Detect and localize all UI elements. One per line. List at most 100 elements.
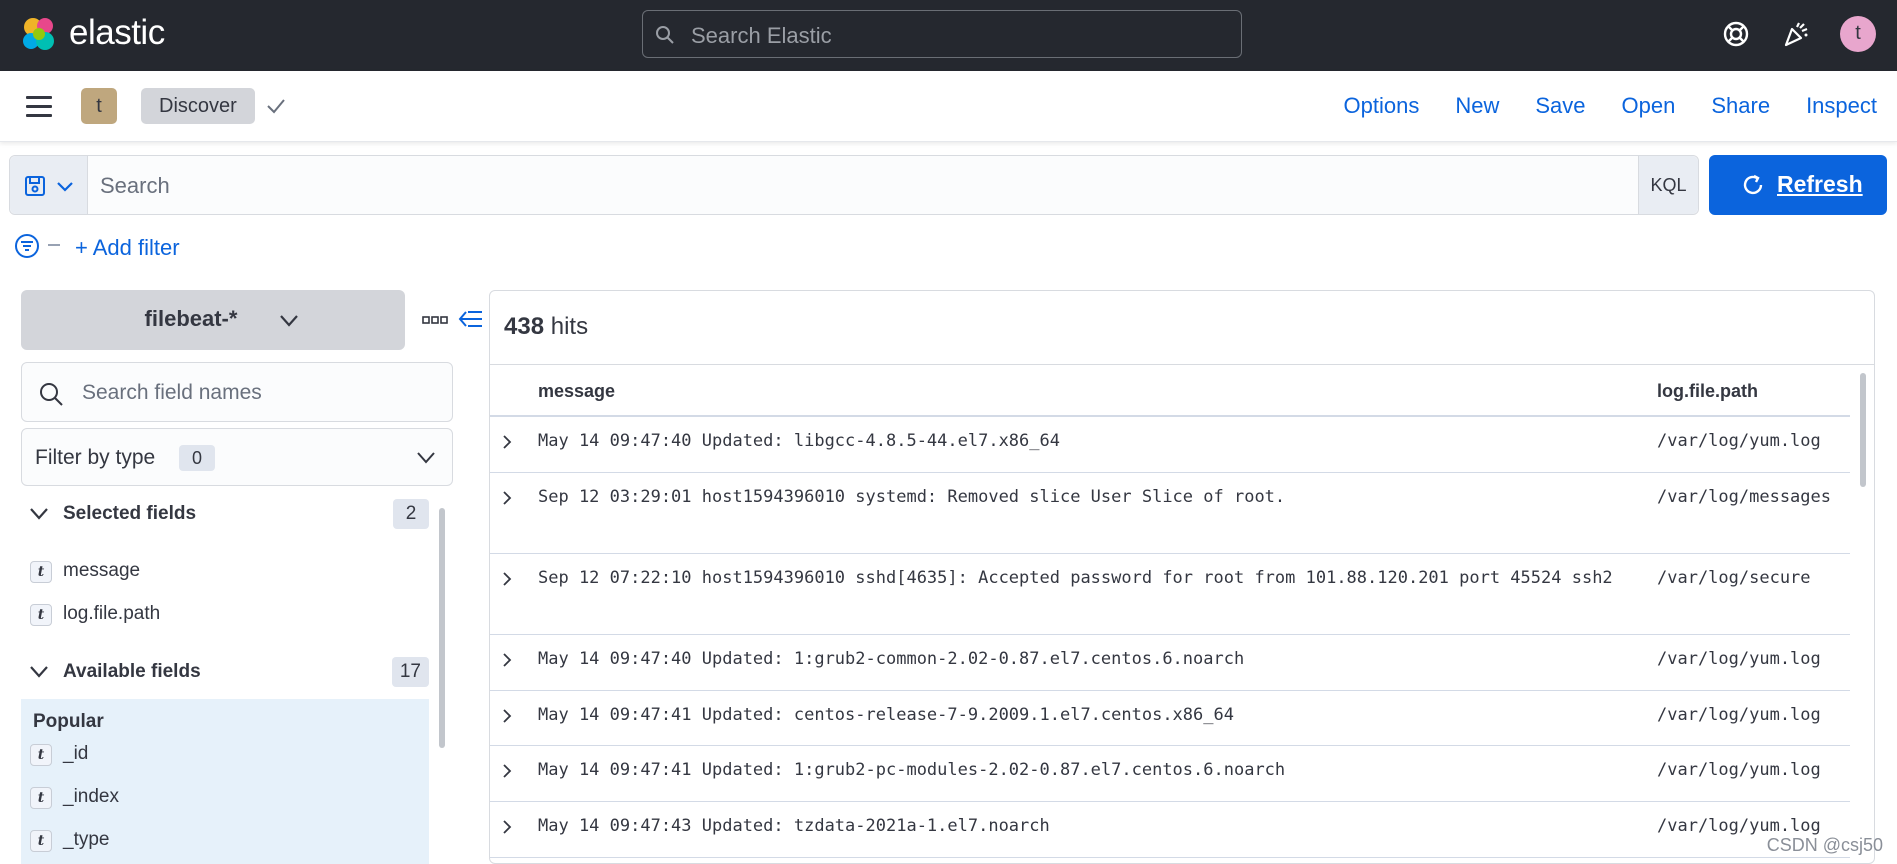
field-name: _index [63, 786, 119, 807]
expand-row-icon[interactable] [500, 820, 514, 834]
cell-message: Sep 12 03:29:01 host1594396010 systemd: … [538, 487, 1286, 507]
cell-log-file-path: /var/log/yum.log [1657, 705, 1821, 725]
table-row: Sep 12 03:29:01 host1594396010 systemd: … [490, 473, 1850, 554]
cell-log-file-path: /var/log/yum.log [1657, 649, 1821, 669]
column-header-message[interactable]: message [538, 381, 615, 402]
global-search-placeholder: Search Elastic [691, 23, 832, 48]
user-avatar[interactable]: t [1840, 16, 1876, 52]
field-name: message [63, 560, 141, 581]
hits-label: hits [550, 313, 589, 340]
elastic-logo-icon[interactable] [20, 15, 58, 53]
selected-fields-count: 2 [393, 499, 429, 529]
cell-message: May 14 09:47:40 Updated: libgcc-4.8.5-44… [538, 431, 1060, 451]
menu-icon[interactable] [26, 96, 52, 118]
check-icon [267, 99, 285, 114]
chevron-down-icon [30, 666, 48, 678]
cell-message: May 14 09:47:41 Updated: centos-release-… [538, 705, 1234, 725]
expand-row-icon[interactable] [500, 709, 514, 723]
chevron-down-icon [57, 182, 73, 192]
query-bar: Search KQL [9, 155, 1699, 215]
watermark-text: CSDN @csj50 [1766, 835, 1883, 855]
expand-row-icon[interactable] [500, 764, 514, 778]
field-name: _id [63, 743, 89, 764]
help-icon[interactable] [1720, 18, 1752, 50]
global-header: elastic Search Elastic t [0, 0, 1897, 71]
table-row: May 14 09:47:41 Updated: centos-release-… [490, 691, 1850, 746]
available-fields-label: Available fields [63, 661, 201, 682]
available-fields-toggle[interactable]: Available fields 17 [21, 655, 429, 691]
column-header-log-file-path[interactable]: log.file.path [1657, 381, 1758, 402]
table-row: May 14 09:47:41 Updated: 1:grub2-pc-modu… [490, 746, 1850, 802]
field-search-input[interactable]: Search field names [21, 362, 453, 422]
chevron-down-icon [417, 452, 435, 464]
expand-row-icon[interactable] [500, 491, 514, 505]
table-row: May 14 09:47:40 Updated: 1:grub2-common-… [490, 635, 1850, 691]
save-icon [25, 176, 45, 196]
expand-row-icon[interactable] [500, 653, 514, 667]
filter-options-icon[interactable] [14, 233, 40, 259]
more-options-icon[interactable] [422, 316, 448, 324]
query-input[interactable]: Search [100, 173, 170, 199]
global-search-input[interactable]: Search Elastic [642, 10, 1242, 58]
field-search-placeholder: Search field names [82, 381, 262, 404]
cell-message: May 14 09:47:43 Updated: tzdata-2021a-1.… [538, 816, 1050, 836]
chevron-down-icon [30, 508, 48, 520]
search-icon [40, 383, 63, 406]
table-row: May 14 09:47:43 Updated: tzdata-2021a-1.… [490, 802, 1850, 858]
results-panel: 438 hits message log.file.path May 14 09… [489, 290, 1875, 864]
expand-row-icon[interactable] [500, 572, 514, 586]
filter-by-type-dropdown[interactable]: Filter by type 0 [21, 428, 453, 486]
news-feed-icon[interactable] [1780, 18, 1812, 50]
index-pattern-label: filebeat-* [144, 306, 238, 331]
cell-message: May 14 09:47:41 Updated: 1:grub2-pc-modu… [538, 760, 1286, 780]
refresh-label: Refresh [1777, 171, 1863, 197]
expand-row-icon[interactable] [500, 435, 514, 449]
string-type-token: t [30, 561, 52, 583]
cell-message: Sep 12 07:22:10 host1594396010 sshd[4635… [538, 568, 1613, 588]
cell-message: May 14 09:47:40 Updated: 1:grub2-common-… [538, 649, 1245, 669]
cell-log-file-path: /var/log/yum.log [1657, 760, 1821, 780]
popular-fields-group: Popular t _id t _index t _type [21, 699, 429, 864]
options-link[interactable]: Options [1344, 93, 1420, 119]
selected-fields-toggle[interactable]: Selected fields 2 [21, 497, 429, 533]
divider [490, 364, 1874, 365]
space-selector[interactable]: t [81, 88, 117, 124]
selected-fields-label: Selected fields [63, 503, 197, 524]
sidebar-scrollbar[interactable] [439, 508, 445, 748]
add-filter-button[interactable]: + Add filter [75, 235, 180, 261]
brand-name: elastic [69, 13, 165, 52]
field-name: _type [63, 829, 110, 850]
cell-log-file-path: /var/log/yum.log [1657, 431, 1821, 451]
share-link[interactable]: Share [1711, 93, 1770, 119]
hits-count: 438 [504, 313, 545, 340]
save-link[interactable]: Save [1535, 93, 1585, 119]
results-scrollbar[interactable] [1860, 373, 1866, 487]
string-type-token: t [30, 604, 52, 626]
refresh-icon [1743, 174, 1763, 195]
string-type-token: t [30, 830, 52, 852]
open-link[interactable]: Open [1622, 93, 1676, 119]
inspect-link[interactable]: Inspect [1806, 93, 1877, 119]
cell-log-file-path: /var/log/secure [1657, 568, 1811, 588]
filter-count-badge: 0 [179, 445, 215, 471]
chevron-down-icon [280, 315, 298, 327]
hits-counter: 438 hits [504, 313, 588, 341]
popular-label: Popular [33, 711, 104, 732]
new-link[interactable]: New [1455, 93, 1499, 119]
top-nav-menu: Options New Save Open Share Inspect [1344, 93, 1877, 119]
saved-query-button[interactable] [10, 156, 88, 214]
table-row: Sep 12 07:22:10 host1594396010 sshd[4635… [490, 554, 1850, 635]
collapse-sidebar-icon[interactable] [458, 308, 484, 330]
filter-divider [48, 244, 60, 246]
index-pattern-selector[interactable]: filebeat-* [21, 290, 405, 350]
breadcrumb-discover[interactable]: Discover [141, 88, 255, 124]
refresh-button[interactable]: Refresh [1709, 155, 1887, 215]
cell-log-file-path: /var/log/messages [1657, 487, 1831, 507]
filter-by-type-label: Filter by type [35, 446, 156, 469]
available-fields-count: 17 [391, 657, 429, 687]
field-name: log.file.path [63, 603, 161, 624]
string-type-token: t [30, 787, 52, 809]
app-header: t Discover Options New Save Open Share I… [0, 71, 1897, 142]
table-row: May 14 09:47:40 Updated: libgcc-4.8.5-44… [490, 417, 1850, 473]
query-language-button[interactable]: KQL [1638, 156, 1698, 214]
